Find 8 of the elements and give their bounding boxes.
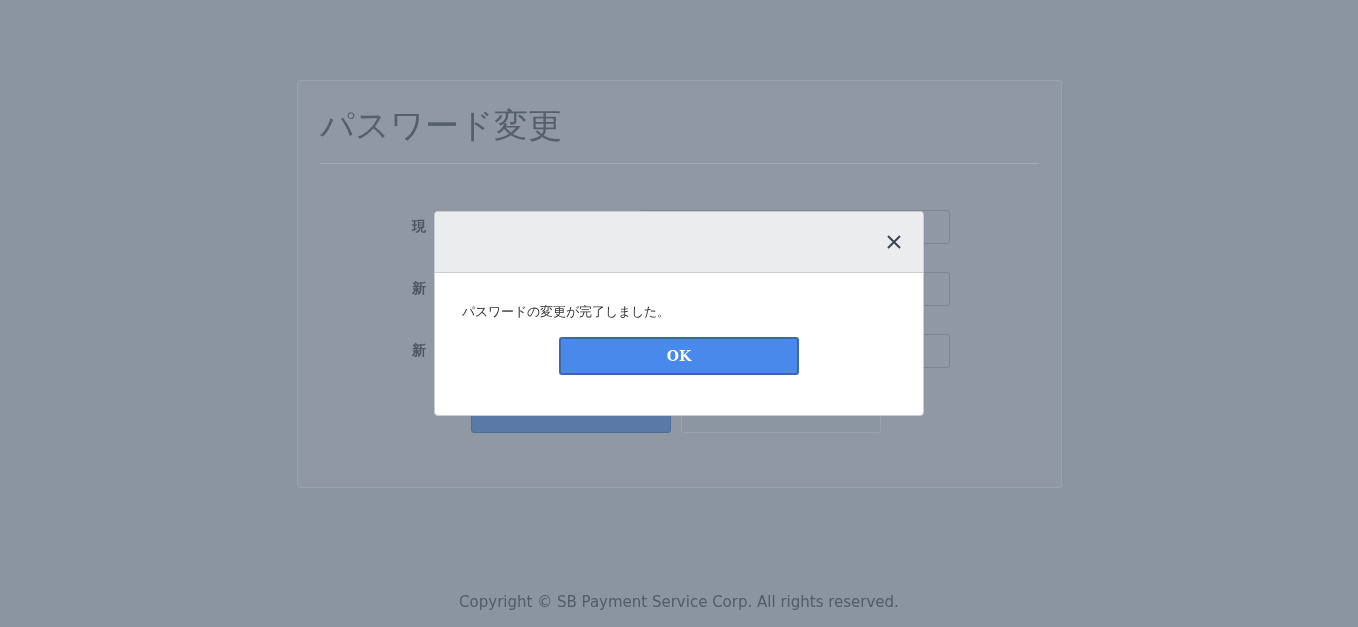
page-title: パスワード変更	[319, 104, 563, 147]
copyright-text: Copyright © SB Payment Service Corp. All rights reserved.	[459, 593, 899, 611]
dialog-message: パスワードの変更が完了しました。	[462, 303, 670, 321]
field-label: 新	[411, 342, 427, 360]
field-label: 現	[411, 218, 427, 236]
close-icon[interactable]	[887, 235, 901, 249]
ok-button[interactable]: OK	[559, 337, 799, 375]
field-label: 新	[411, 280, 427, 298]
